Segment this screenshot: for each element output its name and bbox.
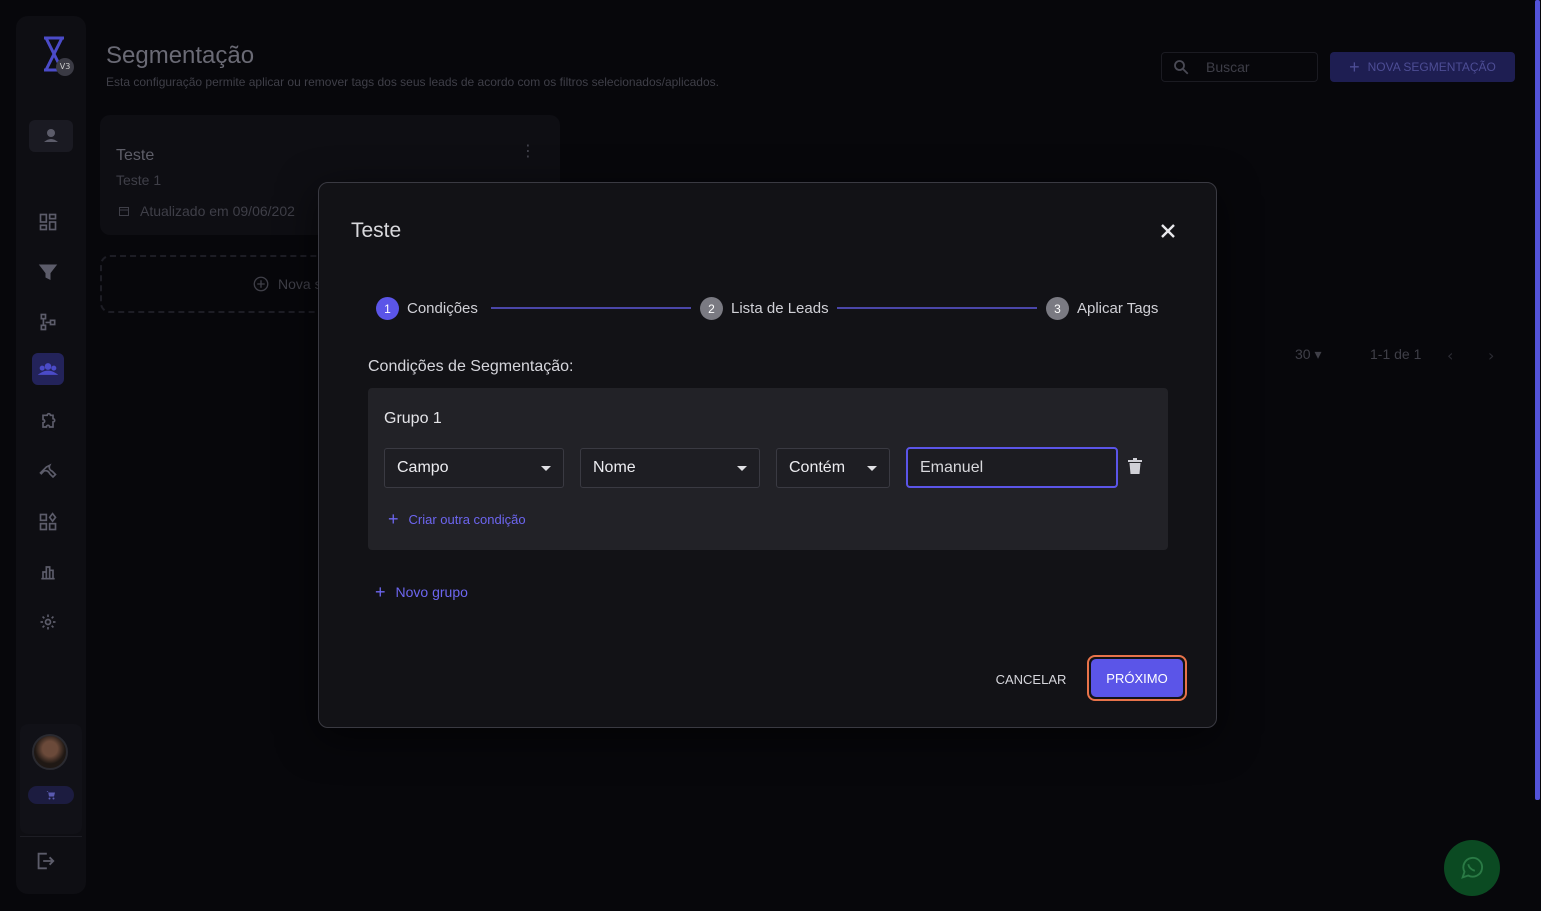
cart-icon	[46, 791, 55, 800]
attribute-select[interactable]: Nome	[580, 448, 760, 488]
next-button[interactable]: PRÓXIMO	[1091, 659, 1183, 697]
logout-icon	[37, 852, 55, 870]
step-number: 3	[1046, 297, 1069, 320]
chevron-down-icon	[737, 465, 747, 471]
segment-card-updated: Atualizado em 09/06/202	[118, 203, 295, 219]
avatar[interactable]	[32, 734, 68, 770]
plus-icon: +	[1349, 57, 1360, 77]
field-select[interactable]: Campo	[384, 448, 564, 488]
chevron-down-icon	[867, 465, 877, 471]
settings-icon[interactable]	[32, 606, 64, 638]
prev-page-icon[interactable]: ‹	[1447, 346, 1453, 365]
new-segment-button[interactable]: + NOVA SEGMENTAÇÃO	[1330, 52, 1515, 82]
new-segment-label: NOVA SEGMENTAÇÃO	[1367, 60, 1496, 74]
whatsapp-button[interactable]	[1444, 840, 1500, 896]
chart-icon[interactable]	[32, 556, 64, 588]
chevron-down-icon	[541, 465, 551, 471]
group-title: Grupo 1	[384, 410, 442, 427]
segment-icon[interactable]	[32, 353, 64, 385]
more-options-icon[interactable]: ⋮	[520, 141, 536, 160]
step-lead-list[interactable]: 2 Lista de Leads	[700, 297, 829, 320]
step-label: Condições	[407, 300, 478, 317]
close-icon	[1161, 224, 1175, 238]
close-button[interactable]	[1157, 220, 1179, 242]
search-box[interactable]	[1161, 52, 1318, 82]
trash-icon	[1128, 458, 1142, 474]
whatsapp-icon	[1461, 857, 1483, 879]
step-number: 2	[700, 297, 723, 320]
step-label: Aplicar Tags	[1077, 300, 1159, 317]
step-connector	[837, 307, 1037, 309]
calendar-icon	[119, 207, 129, 216]
segment-card-updated-label: Atualizado em 09/06/202	[140, 203, 295, 219]
add-circle-icon	[253, 276, 269, 292]
logout-button[interactable]	[34, 850, 60, 876]
field-select-value: Campo	[397, 459, 449, 476]
plus-icon: +	[375, 582, 386, 602]
add-group-button[interactable]: + Novo grupo	[375, 583, 468, 601]
segment-modal: Teste 1 Condições 2 Lista de Leads 3 Apl…	[318, 182, 1217, 728]
operator-select[interactable]: Contém	[776, 448, 890, 488]
tool-icon[interactable]	[32, 456, 64, 488]
new-segment-card-label: Nova s	[278, 276, 322, 292]
page-subtitle: Esta configuração permite aplicar ou rem…	[106, 75, 719, 89]
add-condition-button[interactable]: + Criar outra condição	[388, 510, 526, 528]
step-number: 1	[376, 297, 399, 320]
segment-card-title: Teste	[116, 147, 155, 164]
add-group-label: Novo grupo	[395, 584, 468, 600]
user-box	[20, 724, 82, 834]
sidebar-divider	[20, 836, 82, 837]
step-conditions[interactable]: 1 Condições	[376, 297, 478, 320]
step-label: Lista de Leads	[731, 300, 829, 317]
modal-title: Teste	[351, 219, 402, 242]
search-input[interactable]	[1206, 59, 1306, 75]
operator-select-value: Contém	[789, 459, 846, 476]
per-page-value: 30	[1295, 346, 1311, 362]
add-condition-label: Criar outra condição	[408, 511, 526, 527]
plus-icon: +	[388, 509, 399, 529]
flow-icon[interactable]	[32, 306, 64, 338]
profile-chip[interactable]	[29, 120, 73, 152]
conditions-heading: Condições de Segmentação:	[368, 358, 574, 375]
condition-value-input[interactable]	[906, 447, 1118, 488]
condition-group: Grupo 1 Campo Nome Contém + Criar outra …	[368, 388, 1168, 550]
cart-button[interactable]	[28, 786, 74, 804]
apps-icon[interactable]	[32, 506, 64, 538]
attribute-select-value: Nome	[593, 459, 636, 476]
scrollbar[interactable]	[1535, 0, 1540, 800]
search-icon	[1174, 60, 1189, 75]
per-page-select[interactable]: 30 ▾	[1295, 346, 1322, 363]
step-connector	[491, 307, 691, 309]
page-title: Segmentação	[106, 42, 255, 69]
segment-card-subtitle: Teste 1	[116, 172, 162, 188]
delete-condition-button[interactable]	[1128, 458, 1144, 476]
filter-icon[interactable]	[32, 256, 64, 288]
puzzle-icon[interactable]	[32, 406, 64, 438]
dashboard-icon[interactable]	[32, 206, 64, 238]
cancel-button[interactable]: CANCELAR	[985, 665, 1077, 693]
page-range: 1-1 de 1	[1370, 346, 1422, 362]
step-apply-tags[interactable]: 3 Aplicar Tags	[1046, 297, 1158, 320]
next-page-icon[interactable]: ›	[1488, 346, 1494, 365]
version-badge: V3	[56, 58, 74, 76]
sidebar: V3	[16, 16, 86, 894]
